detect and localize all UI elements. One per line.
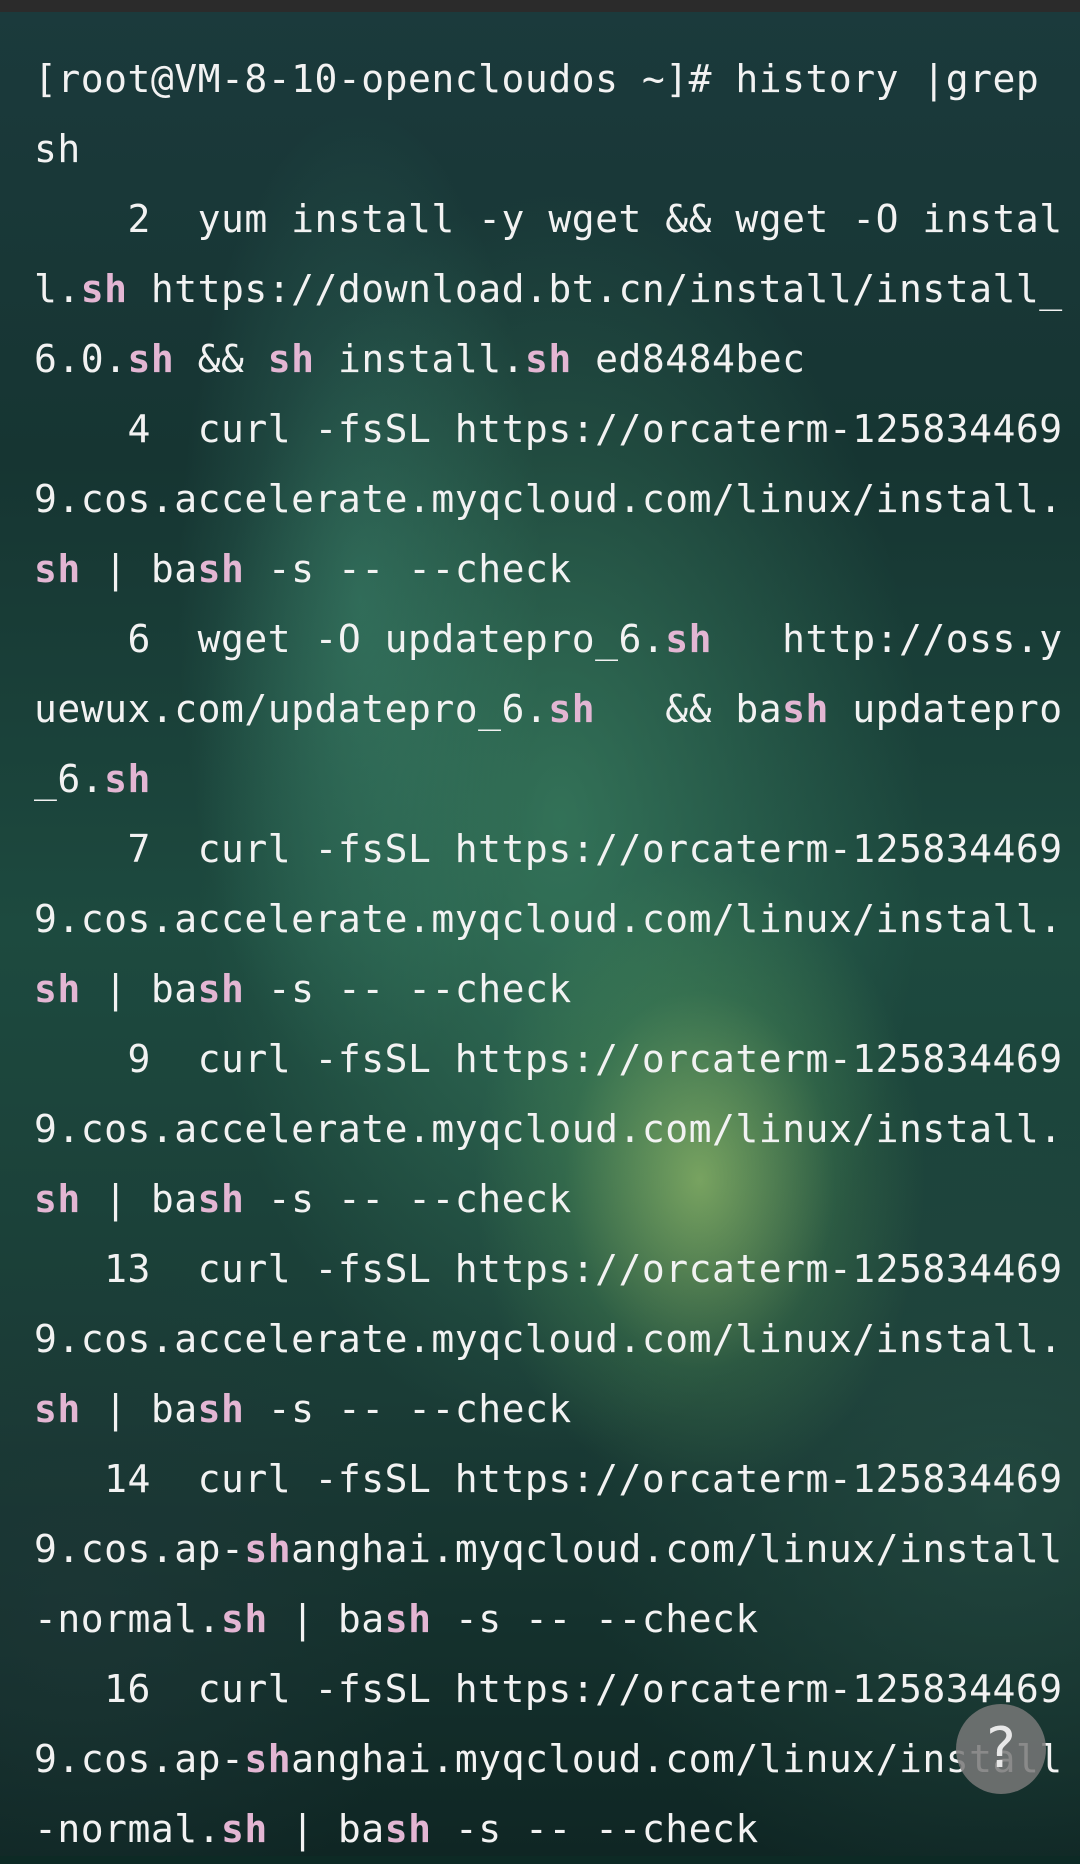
terminal-line: 9.cos.ap-shanghai.myqcloud.com/linux/ins…	[34, 1724, 1062, 1794]
grep-match: sh	[548, 687, 596, 731]
terminal-text: http://oss.y	[711, 617, 1063, 661]
question-mark-icon: ?	[986, 1716, 1016, 1781]
grep-match: sh	[244, 1527, 292, 1571]
terminal-line: 16 curl -fsSL https://orcaterm-125834469	[34, 1654, 1062, 1724]
grep-match: sh	[267, 337, 315, 381]
terminal-line: sh | bash -s -- --check	[34, 1164, 1054, 1234]
grep-match: sh	[221, 1597, 268, 1641]
grep-match: sh	[221, 1807, 268, 1851]
terminal-text: 9.cos.accelerate.myqcloud.com/linux/inst…	[34, 477, 1063, 521]
status-bar	[0, 0, 1080, 12]
help-button[interactable]: ?	[956, 1704, 1046, 1794]
terminal-text: install.	[314, 337, 525, 381]
terminal-line: 6 wget -O updatepro_6.sh http://oss.y	[34, 604, 1063, 674]
grep-match: sh	[34, 1177, 81, 1221]
grep-match: sh	[34, 967, 81, 1011]
terminal-text: -s -- --check	[244, 547, 572, 591]
terminal-text: 7 curl -fsSL https://orcaterm-125834469	[34, 827, 1063, 871]
terminal-text: sh	[34, 127, 81, 171]
terminal-line: sh | bash -s -- --check	[34, 954, 1054, 1024]
terminal-text: l.	[34, 267, 81, 311]
terminal-text: | ba	[267, 1807, 385, 1851]
terminal-text: | ba	[267, 1597, 385, 1641]
grep-match: sh	[80, 267, 128, 311]
terminal-text: -s -- --check	[244, 1387, 572, 1431]
terminal-text: 9.cos.accelerate.myqcloud.com/linux/inst…	[34, 897, 1063, 941]
grep-match: sh	[197, 967, 245, 1011]
terminal-text: | ba	[80, 1177, 198, 1221]
grep-match: sh	[244, 1737, 292, 1781]
terminal-text: 13 curl -fsSL https://orcaterm-125834469	[34, 1247, 1063, 1291]
terminal-line: sh	[34, 114, 1054, 184]
terminal-line: 6.0.sh && sh install.sh ed8484bec	[34, 324, 1054, 394]
terminal-text: -s -- --check	[244, 967, 572, 1011]
grep-match: sh	[127, 337, 175, 381]
terminal-text: 14 curl -fsSL https://orcaterm-125834469	[34, 1457, 1063, 1501]
grep-match: sh	[34, 1387, 81, 1431]
terminal-text: -normal.	[34, 1807, 222, 1851]
terminal-line: 9.cos.accelerate.myqcloud.com/linux/inst…	[34, 1094, 1062, 1164]
terminal-line: [root@VM-8-10-opencloudos ~]# history |g…	[34, 44, 1054, 114]
terminal-text: _6.	[34, 757, 105, 801]
terminal-text: 2 yum install -y wget && wget -O instal	[34, 197, 1063, 241]
grep-match: sh	[104, 757, 151, 801]
terminal-text: 6 wget -O updatepro_6.	[34, 617, 666, 661]
terminal-text: | ba	[80, 967, 198, 1011]
terminal-text: && ba	[595, 687, 783, 731]
grep-match: sh	[782, 687, 829, 731]
terminal-line: _6.sh	[34, 744, 1054, 814]
terminal-line: -normal.sh | bash -s -- --check	[34, 1794, 1054, 1864]
terminal-text: anghai.myqcloud.com/linux/install	[291, 1737, 1063, 1781]
terminal-line: 9.cos.accelerate.myqcloud.com/linux/inst…	[34, 464, 1062, 534]
terminal-text: updatepro	[828, 687, 1063, 731]
terminal-text: 9.cos.ap-	[34, 1527, 245, 1571]
grep-match: sh	[384, 1597, 432, 1641]
grep-match: sh	[197, 1387, 245, 1431]
terminal-text: | ba	[80, 1387, 198, 1431]
terminal-text: 9.cos.accelerate.myqcloud.com/linux/inst…	[34, 1317, 1063, 1361]
terminal-line: 4 curl -fsSL https://orcaterm-125834469	[34, 394, 1063, 464]
terminal-line: 7 curl -fsSL https://orcaterm-125834469	[34, 814, 1063, 884]
terminal-line: 13 curl -fsSL https://orcaterm-125834469	[34, 1234, 1062, 1304]
terminal-text: 9 curl -fsSL https://orcaterm-125834469	[34, 1037, 1063, 1081]
grep-match: sh	[197, 1177, 245, 1221]
terminal-text: 16 curl -fsSL https://orcaterm-125834469	[34, 1667, 1063, 1711]
terminal-line: 14 curl -fsSL https://orcaterm-125834469	[34, 1444, 1062, 1514]
terminal-text: 6.0.	[34, 337, 128, 381]
terminal-text: -s -- --check	[244, 1177, 572, 1221]
terminal-text: ed8484bec	[571, 337, 806, 381]
terminal-text: https://download.bt.cn/install/install_	[127, 267, 1063, 311]
grep-match: sh	[384, 1807, 432, 1851]
terminal-text: [root@VM-8-10-opencloudos ~]# history |g…	[34, 57, 1040, 101]
grep-match: sh	[524, 337, 572, 381]
terminal-text: 9.cos.accelerate.myqcloud.com/linux/inst…	[34, 1107, 1063, 1151]
terminal-line: -normal.sh | bash -s -- --check	[34, 1584, 1054, 1654]
terminal-output[interactable]: [root@VM-8-10-opencloudos ~]# history |g…	[34, 44, 1063, 1864]
terminal-text: -s -- --check	[431, 1807, 759, 1851]
grep-match: sh	[197, 547, 245, 591]
terminal-line: l.sh https://download.bt.cn/install/inst…	[34, 254, 1062, 324]
terminal-text: 9.cos.ap-	[34, 1737, 245, 1781]
grep-match: sh	[34, 547, 81, 591]
terminal-text: &&	[174, 337, 268, 381]
terminal-line: 9.cos.accelerate.myqcloud.com/linux/inst…	[34, 1304, 1062, 1374]
terminal-text: | ba	[80, 547, 198, 591]
terminal-line: sh | bash -s -- --check	[34, 534, 1054, 604]
terminal-text: 4 curl -fsSL https://orcaterm-125834469	[34, 407, 1063, 451]
terminal-text: -normal.	[34, 1597, 222, 1641]
terminal-text: -s -- --check	[431, 1597, 759, 1641]
terminal-line: 9 curl -fsSL https://orcaterm-125834469	[34, 1024, 1063, 1094]
terminal-line: sh | bash -s -- --check	[34, 1374, 1054, 1444]
terminal-line: uewux.com/updatepro_6.sh && bash updatep…	[34, 674, 1062, 744]
terminal-line: 2 yum install -y wget && wget -O instal	[34, 184, 1063, 254]
terminal-line: 9.cos.ap-shanghai.myqcloud.com/linux/ins…	[34, 1514, 1062, 1584]
grep-match: sh	[665, 617, 712, 661]
terminal-text: anghai.myqcloud.com/linux/install	[291, 1527, 1063, 1571]
terminal-line: 9.cos.accelerate.myqcloud.com/linux/inst…	[34, 884, 1062, 954]
terminal-text: uewux.com/updatepro_6.	[34, 687, 549, 731]
